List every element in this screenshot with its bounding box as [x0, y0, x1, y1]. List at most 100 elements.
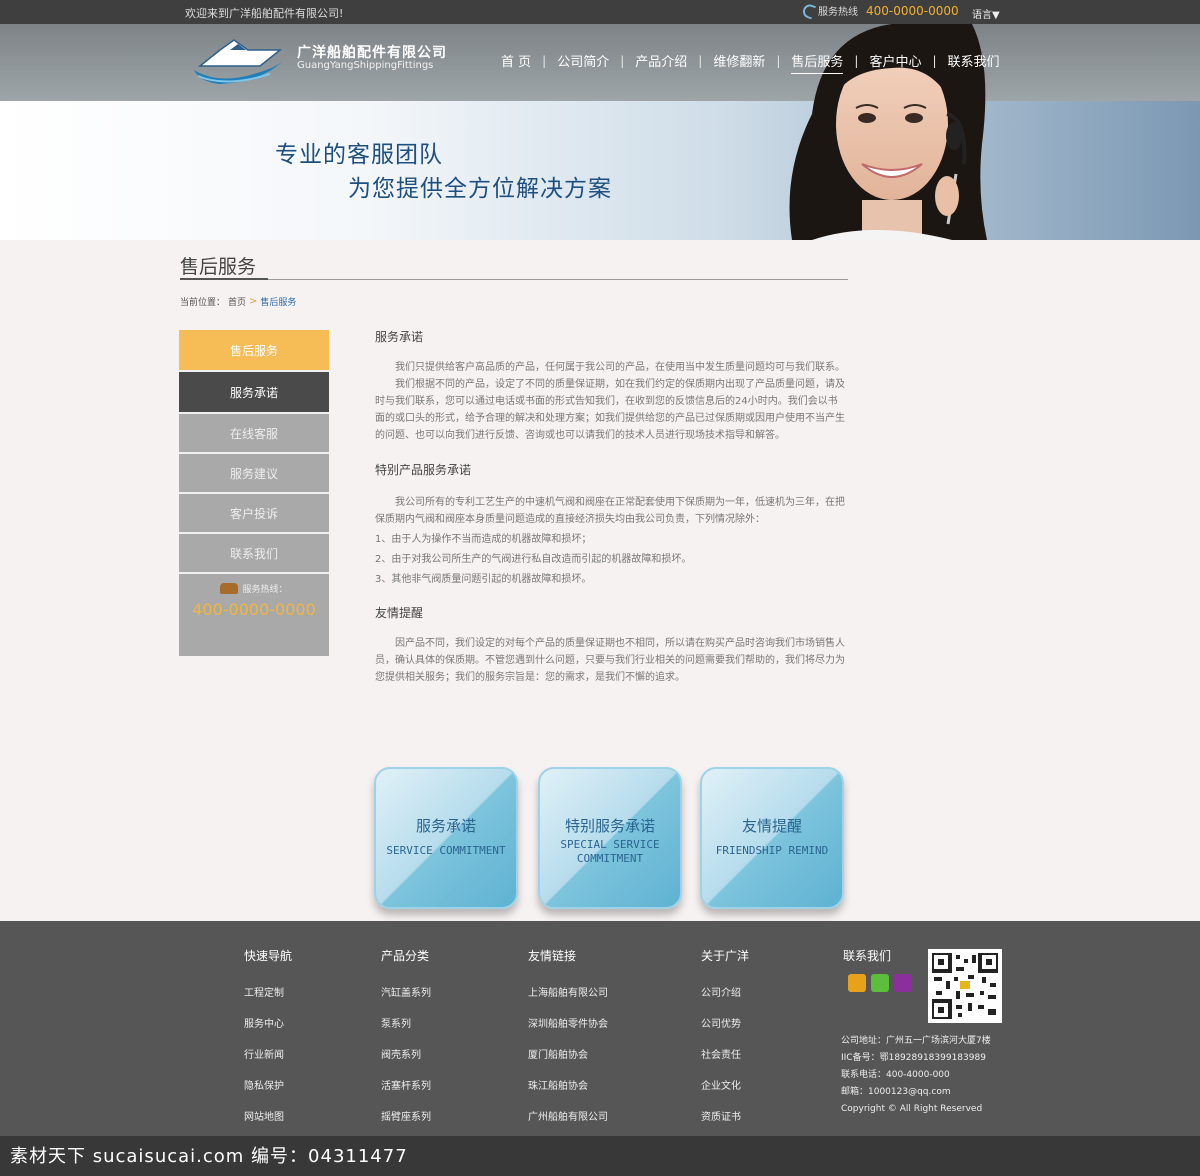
- section-title-reminder: 友情提醒: [375, 606, 424, 620]
- nav-home[interactable]: 首 页: [494, 51, 538, 70]
- footer-link[interactable]: 上海船舶有限公司: [528, 978, 608, 1009]
- footer-col-about: 关于广洋 公司介绍 公司优势 社会责任 企业文化 资质证书: [701, 947, 749, 1133]
- footer-link[interactable]: 汽缸盖系列: [381, 978, 431, 1009]
- reminder-paragraph: 因产品不同，我们设定的对每个产品的质量保证期也不相同，所以请在购买产品时咨询我们…: [375, 638, 845, 683]
- footer-link[interactable]: 隐私保护: [244, 1071, 292, 1102]
- weibo-icon[interactable]: [848, 974, 866, 992]
- footer-col-quick-nav: 快速导航 工程定制 服务中心 行业新闻 隐私保护 网站地图: [244, 947, 292, 1133]
- ship-logo: [194, 39, 283, 84]
- footer-contact-title: 联系我们: [843, 949, 892, 963]
- footer-col-products: 产品分类 汽缸盖系列 泵系列 阀壳系列 活塞杆系列 摇臂座系列: [381, 947, 431, 1133]
- footer-link[interactable]: 泵系列: [381, 1009, 431, 1040]
- qq-icon[interactable]: [894, 974, 912, 992]
- main-content: 服务承诺 我们只提供给客户高品质的产品，任何属于我公司的产品，在使用当中发生质量…: [375, 328, 845, 686]
- nav-repair[interactable]: 维修翻新: [706, 51, 772, 70]
- footer-link[interactable]: 社会责任: [701, 1040, 749, 1071]
- footer-copyright: Copyright © All Right Reserved: [841, 1104, 983, 1114]
- qr-code-pattern: [930, 951, 1000, 1021]
- top-bar: 欢迎来到广洋船舶配件有限公司! 服务热线 400-0000-0000 语言▼: [0, 0, 1200, 24]
- nav-separator: |: [620, 53, 625, 68]
- footer-col-heading: 快速导航: [244, 949, 293, 963]
- footer-link[interactable]: 服务中心: [244, 1009, 292, 1040]
- footer-link[interactable]: 厦门船舶协会: [528, 1040, 608, 1071]
- language-select[interactable]: 语言▼: [972, 6, 1000, 21]
- nav-contact[interactable]: 联系我们: [941, 51, 1007, 70]
- special-paragraph: 我公司所有的专利工艺生产的中速机气阀和阀座在正常配套使用下保质期为一年，低速机为…: [375, 497, 845, 525]
- hotline-number: 400-0000-0000: [866, 3, 959, 18]
- footer-link[interactable]: 工程定制: [244, 978, 292, 1009]
- footer-link[interactable]: 公司优势: [701, 1009, 749, 1040]
- footer-link[interactable]: 行业新闻: [244, 1040, 292, 1071]
- nav-separator: |: [542, 53, 547, 68]
- footer-link[interactable]: 资质证书: [701, 1102, 749, 1133]
- service-cards: 服务承诺 SERVICE COMMITMENT 特别服务承诺 SPECIAL S…: [374, 767, 848, 912]
- sidebar-hotline: 服务热线： 400-0000-0000: [179, 582, 329, 619]
- sidebar-item-online-service[interactable]: 在线客服: [179, 414, 329, 454]
- sidebar-item-service-commitment[interactable]: 服务承诺: [179, 372, 329, 414]
- title-underline: [180, 278, 268, 280]
- telephone-icon: [220, 583, 239, 594]
- company-name-cn: 广洋船舶配件有限公司: [297, 45, 447, 61]
- sidebar-item-contact[interactable]: 联系我们: [179, 534, 329, 574]
- wechat-icon[interactable]: [871, 974, 889, 992]
- sidebar-item-complaints[interactable]: 客户投诉: [179, 494, 329, 534]
- nav-separator: |: [932, 53, 937, 68]
- footer-icp: IIC备号：鄂18928918399183989: [841, 1053, 986, 1063]
- footer-link[interactable]: 活塞杆系列: [381, 1071, 431, 1102]
- footer-address: 公司地址：广州五一广场滨河大厦7楼: [841, 1036, 991, 1046]
- special-list-item: 1、由于人为操作不当而造成的机器故障和损坏；: [375, 534, 592, 545]
- footer-phone: 联系电话：400-4000-000: [841, 1070, 950, 1080]
- nav-customer-center[interactable]: 客户中心: [862, 51, 928, 70]
- card-title-en: FRIENDSHIP REMIND: [715, 844, 829, 857]
- footer-email: 邮箱：1000123@qq.com: [841, 1087, 951, 1097]
- sidebar-hotline-number: 400-0000-0000: [192, 600, 316, 619]
- footer-contact-info: 公司地址：广州五一广场滨河大厦7楼 IIC备号：鄂189289183991839…: [841, 1033, 991, 1118]
- breadcrumb-arrow-icon: >: [249, 296, 258, 307]
- sidebar-hotline-label: 服务热线：: [242, 585, 288, 595]
- breadcrumb-current: 售后服务: [260, 298, 297, 308]
- footer-link[interactable]: 摇臂座系列: [381, 1102, 431, 1133]
- watermark: 素材天下 sucaisucai.com 编号：04311477: [0, 1136, 1200, 1176]
- nav-separator: |: [776, 53, 781, 68]
- card-service-commitment[interactable]: 服务承诺 SERVICE COMMITMENT: [374, 767, 518, 909]
- card-title-en: SERVICE COMMITMENT: [386, 844, 506, 857]
- phone-icon: [800, 2, 817, 19]
- card-friendship-remind[interactable]: 友情提醒 FRIENDSHIP REMIND: [700, 767, 844, 909]
- qr-code-icon: [928, 949, 1002, 1023]
- nav-after-sales[interactable]: 售后服务: [784, 51, 850, 74]
- card-special-commitment[interactable]: 特别服务承诺 SPECIAL SERVICE COMMITMENT: [538, 767, 682, 909]
- sidebar-header: 售后服务: [179, 330, 329, 372]
- section-title-special: 特别产品服务承诺: [375, 463, 472, 477]
- card-title-en: SPECIAL SERVICE COMMITMENT: [560, 838, 660, 865]
- footer-link[interactable]: 企业文化: [701, 1071, 749, 1102]
- special-list-item: 2、由于对我公司所生产的气阀进行私自改造而引起的机器故障和损坏。: [375, 554, 692, 565]
- footer-col-friend-links: 友情链接 上海船舶有限公司 深圳船舶零件协会 厦门船舶协会 珠江船舶协会 广州船…: [528, 947, 608, 1133]
- breadcrumb-prefix: 当前位置：: [180, 298, 226, 308]
- page-title: 售后服务: [180, 256, 257, 278]
- company-name-en: GuangYangShippingFittings: [297, 60, 434, 71]
- banner: 专业的客服团队 为您提供全方位解决方案: [0, 101, 1200, 240]
- footer-link[interactable]: 网站地图: [244, 1102, 292, 1133]
- top-hotline: 服务热线 400-0000-0000: [800, 2, 959, 19]
- footer-link[interactable]: 珠江船舶协会: [528, 1071, 608, 1102]
- banner-slogan-2: 为您提供全方位解决方案: [348, 176, 612, 202]
- nav-about[interactable]: 公司简介: [550, 51, 616, 70]
- footer-link[interactable]: 深圳船舶零件协会: [528, 1009, 608, 1040]
- sidebar: 售后服务 服务承诺 在线客服 服务建议 客户投诉 联系我们 服务热线： 400-…: [179, 330, 329, 656]
- nav-separator: |: [698, 53, 703, 68]
- breadcrumb: 当前位置： 首页 > 售后服务: [180, 295, 296, 308]
- banner-slogan-1: 专业的客服团队: [275, 142, 443, 168]
- footer-link[interactable]: 公司介绍: [701, 978, 749, 1009]
- nav-separator: |: [854, 53, 859, 68]
- section-title-commitment: 服务承诺: [375, 330, 424, 344]
- sidebar-item-suggestions[interactable]: 服务建议: [179, 454, 329, 494]
- nav-products[interactable]: 产品介绍: [628, 51, 694, 70]
- card-title-cn: 特别服务承诺: [564, 817, 655, 835]
- commitment-paragraph-1: 我们只提供给客户高品质的产品，任何属于我公司的产品，在使用当中发生质量问题均可与…: [395, 362, 845, 373]
- footer-link[interactable]: 阀壳系列: [381, 1040, 431, 1071]
- footer-col-heading: 产品分类: [381, 949, 430, 963]
- title-divider: [268, 279, 848, 280]
- card-title-cn: 友情提醒: [741, 817, 802, 835]
- footer-link[interactable]: 广州船舶有限公司: [528, 1102, 608, 1133]
- breadcrumb-home[interactable]: 首页: [228, 295, 246, 308]
